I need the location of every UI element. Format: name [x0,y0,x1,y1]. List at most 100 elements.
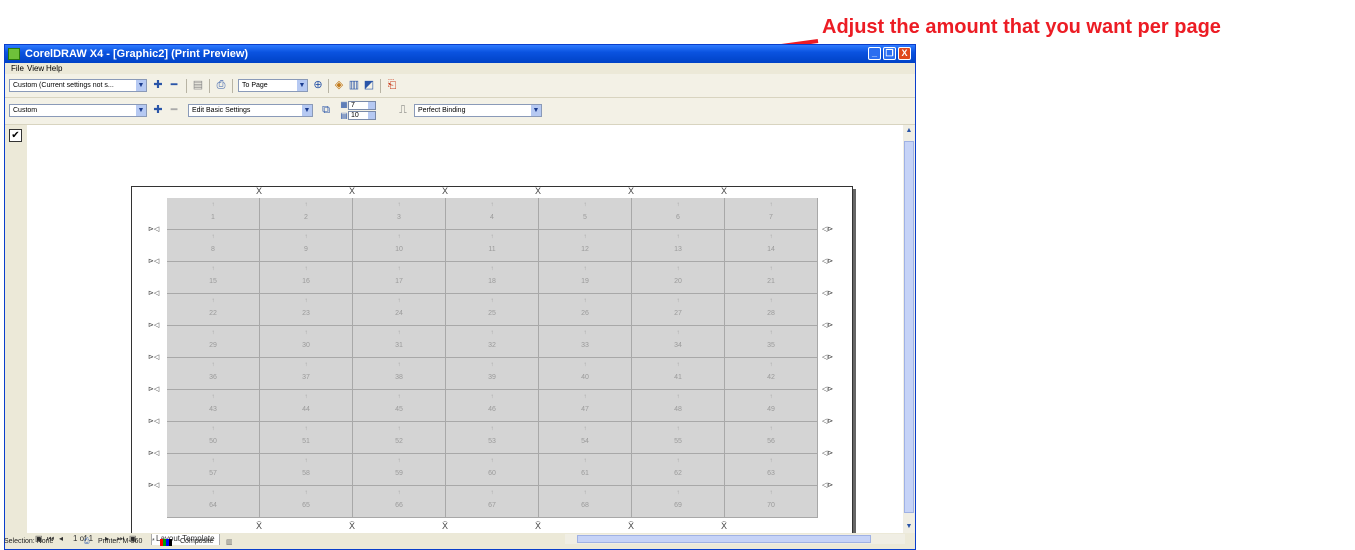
cell-number: 57 [209,470,217,477]
orientation-arrow-icon: ↑ [490,266,494,272]
imposition-cell: ↑ 10 [353,230,446,262]
spin-arrows-icon[interactable] [368,102,375,109]
imposition-cell: ↑ 9 [260,230,353,262]
vertical-scrollbar[interactable]: ▲ ▼ [903,125,915,533]
scroll-down-icon[interactable]: ▼ [903,521,915,533]
imposition-cell: ↑ 20 [632,262,725,294]
toolbar-imposition: Custom ▼ ✚ ━ Edit Basic Settings ▼ ⧉ ▦ 7… [5,98,915,125]
cell-number: 8 [211,246,215,253]
scroll-thumb[interactable] [577,535,871,543]
scroll-thumb[interactable] [904,141,914,513]
coreldraw-app-icon [8,48,20,60]
orientation-arrow-icon: ↑ [769,490,773,496]
horizontal-scrollbar[interactable] [565,534,905,544]
print-icon[interactable]: ⎙ [215,79,227,91]
imposition-cell: ↑ 66 [353,486,446,518]
imposition-cell: ↑ 63 [725,454,818,486]
imposition-cell: ↑ 57 [167,454,260,486]
minimize-button[interactable]: _ [868,47,881,60]
menu-file[interactable]: File [11,64,24,73]
menu-help[interactable]: Help [46,64,62,73]
orientation-arrow-icon: ↑ [397,426,401,432]
layout-combo[interactable]: Custom ▼ [9,104,147,117]
cell-number: 7 [769,214,773,221]
full-screen-icon[interactable]: ⊕ [312,79,324,91]
cell-number: 35 [767,342,775,349]
mirror-icon[interactable]: ◩ [363,79,375,91]
cell-number: 65 [302,502,310,509]
add-layout-icon[interactable]: ✚ [152,104,164,116]
print-style-combo[interactable]: Custom (Current settings not s... ▼ [9,79,147,92]
zoom-combo[interactable]: To Page ▼ [238,79,308,92]
cell-number: 15 [209,278,217,285]
cell-number: 5 [583,214,587,221]
imposition-cell: ↑ 26 [539,294,632,326]
imposition-cell: ↑ 1 [167,198,260,230]
add-style-icon[interactable]: ✚ [152,79,164,91]
orientation-arrow-icon: ↑ [397,458,401,464]
columns-spinner[interactable]: 7 [348,101,376,110]
spin-arrows-icon[interactable] [368,112,375,119]
close-button[interactable]: X [898,47,911,60]
orientation-arrow-icon: ↑ [211,490,215,496]
cell-number: 25 [488,310,496,317]
orientation-arrow-icon: ↑ [676,490,680,496]
orientation-arrow-icon: ↑ [583,266,587,272]
imposition-cell: ↑ 41 [632,358,725,390]
remove-style-icon[interactable]: ━ [168,79,180,91]
imposition-cell: ↑ 16 [260,262,353,294]
menu-view[interactable]: View [27,64,44,73]
preview-canvas[interactable]: ↑ 1 ↑ 2 ↑ 3 ↑ 4 ↑ 5 ↑ 6 ↑ 7 ↑ 8 ↑ 9 ↑ 10 ↑ 11 ↑ 12 ↑ 13 ↑ 14 ↑ 15 ↑ 16 ↑… [27,125,903,541]
orientation-arrow-icon: ↑ [490,298,494,304]
settings-combo[interactable]: Edit Basic Settings ▼ [188,104,313,117]
imposition-cell: ↑ 68 [539,486,632,518]
cell-number: 53 [488,438,496,445]
cell-number: 54 [581,438,589,445]
columns-value: 7 [351,102,355,109]
orientation-arrow-icon: ↑ [769,202,773,208]
scroll-up-icon[interactable]: ▲ [903,125,915,137]
cell-number: 29 [209,342,217,349]
cell-number: 52 [395,438,403,445]
cell-number: 45 [395,406,403,413]
restore-button[interactable]: ❐ [883,47,896,60]
orientation-arrow-icon: ↑ [583,394,587,400]
cell-number: 48 [674,406,682,413]
cell-number: 44 [302,406,310,413]
cut-mark-icon: Ẍ [535,521,542,531]
imposition-cell: ↑ 61 [539,454,632,486]
cut-mark-icon: Ẍ [721,521,728,531]
imposition-cell: ↑ 47 [539,390,632,422]
separations-icon[interactable]: ▥ [226,538,233,546]
cut-mark-icon: ◁⊳ [822,290,834,297]
orientation-arrow-icon: ↑ [490,330,494,336]
orientation-arrow-icon: ↑ [304,458,308,464]
print-options-icon[interactable]: ▤ [192,79,204,91]
binding-combo[interactable]: Perfect Binding ▼ [414,104,542,117]
cell-number: 1 [211,214,215,221]
close-preview-icon[interactable]: ⎗ [386,79,398,91]
imposition-cell: ↑ 53 [446,422,539,454]
toolbar-separator [380,79,381,93]
menu-bar: File View Help [5,63,915,74]
cell-number: 58 [302,470,310,477]
invert-icon[interactable]: ▥ [348,79,360,91]
remove-layout-icon[interactable]: ━ [168,104,180,116]
print-style-value: Custom (Current settings not s... [13,82,114,89]
cell-number: 22 [209,310,217,317]
pick-tool-icon[interactable]: ✔ [9,129,22,142]
window-title: CorelDRAW X4 - [Graphic2] (Print Preview… [25,48,249,60]
template-icon[interactable]: ⧉ [320,104,332,116]
cell-number: 63 [767,470,775,477]
imposition-cell: ↑ 34 [632,326,725,358]
color-separations-icon[interactable]: ◈ [333,79,345,91]
cut-mark-icon: ◁⊳ [822,450,834,457]
cell-number: 60 [488,470,496,477]
cell-number: 9 [304,246,308,253]
imposition-cell: ↑ 43 [167,390,260,422]
cell-number: 17 [395,278,403,285]
binding-value: Perfect Binding [418,107,466,114]
rows-spinner[interactable]: 10 [348,111,376,120]
imposition-cell: ↑ 31 [353,326,446,358]
zoom-value: To Page [242,82,268,89]
